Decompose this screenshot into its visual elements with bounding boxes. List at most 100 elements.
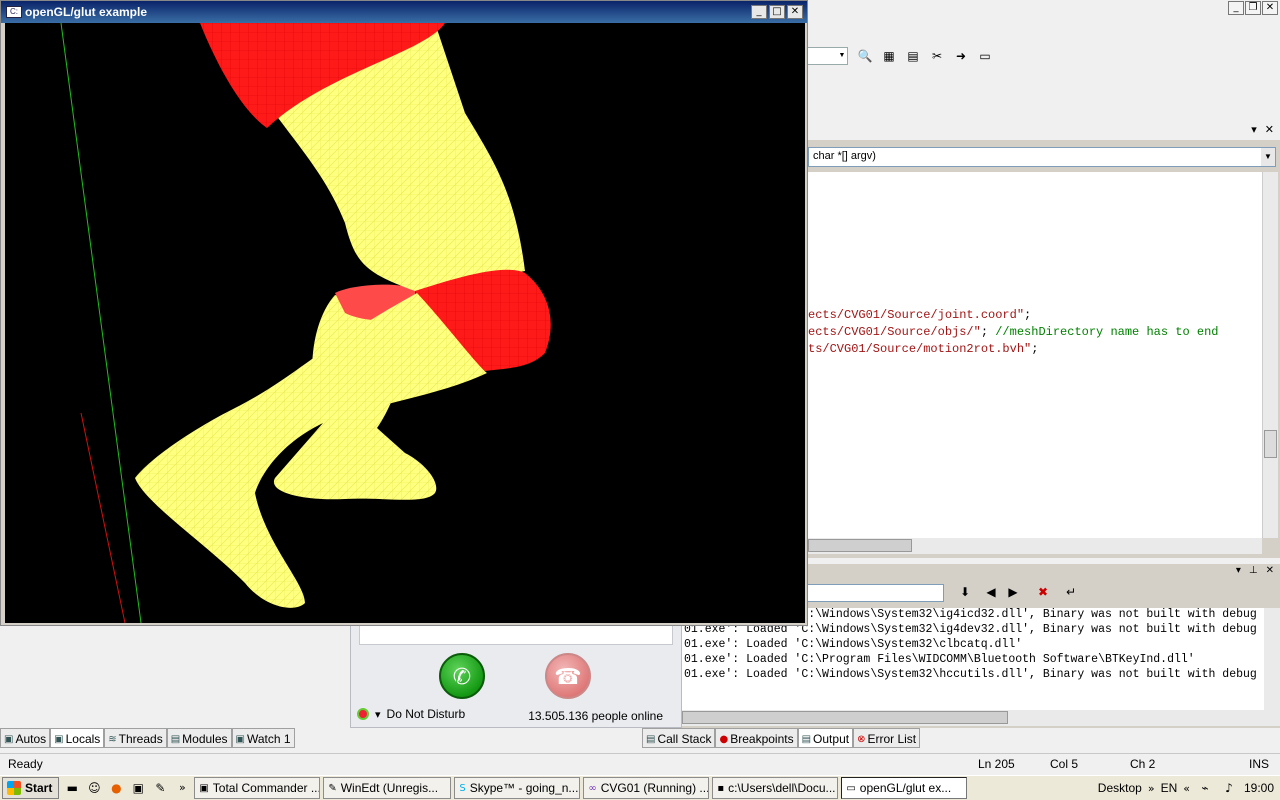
tab-autos[interactable]: ▣ Autos	[0, 728, 51, 748]
ide-toolbar: ▼ 🔍 ▦ ▤ ✂ ➜ ▭	[806, 44, 1280, 68]
desktop-toolbar[interactable]: Desktop	[1098, 781, 1142, 795]
code-punct: ;	[1031, 342, 1039, 356]
chevron-down-icon[interactable]: ▼	[837, 48, 847, 64]
winedt-icon[interactable]: ✎	[151, 779, 169, 797]
tray-expand-icon[interactable]: «	[1183, 782, 1190, 795]
opengl-render-canvas[interactable]	[5, 23, 805, 623]
firefox-icon[interactable]: ●	[107, 779, 125, 797]
skype-status-selector[interactable]: ▾ Do Not Disturb	[357, 707, 465, 721]
show-desktop-icon[interactable]: ▬	[63, 779, 81, 797]
properties-icon[interactable]: ▤	[904, 47, 922, 65]
ide-close-button[interactable]: ✕	[1262, 1, 1278, 15]
console-app-icon: C:	[6, 6, 22, 18]
code-comment: //meshDirectory name has to end	[995, 325, 1219, 339]
opengl-titlebar[interactable]: C: openGL/glut example _ □ ✕	[1, 1, 807, 23]
find-in-files-icon[interactable]: 🔍	[856, 47, 874, 65]
close-icon[interactable]: ✕	[1265, 123, 1274, 136]
quicklaunch-overflow-icon[interactable]: »	[173, 779, 191, 797]
task-cvg01[interactable]: ∞ CVG01 (Running) ...	[583, 777, 710, 799]
solution-config-combo[interactable]: ▼	[806, 47, 848, 65]
pin-icon[interactable]: ⊥	[1249, 565, 1258, 576]
tab-label: Breakpoints	[730, 732, 794, 746]
clear-all-icon[interactable]: ✖	[1034, 583, 1052, 601]
tab-breakpoints[interactable]: ● Breakpoints	[715, 728, 798, 748]
skype-window: ✆ ☎ ▾ Do Not Disturb 13.505.136 people o…	[350, 624, 682, 728]
ide-minimize-button[interactable]: _	[1228, 1, 1244, 15]
hang-up-button[interactable]: ☎	[545, 653, 591, 699]
close-icon[interactable]: ✕	[1266, 565, 1274, 576]
clock[interactable]: 19:00	[1244, 781, 1274, 795]
find-message-icon[interactable]: ⬇	[956, 583, 974, 601]
tab-threads[interactable]: ≋ Threads	[104, 728, 167, 748]
chevron-down-icon[interactable]: ▼	[1261, 148, 1275, 166]
output-source-combo[interactable]	[806, 584, 944, 602]
tab-locals[interactable]: ▣ Locals	[50, 728, 105, 748]
email-icon[interactable]: ☺	[85, 779, 103, 797]
solution-explorer-icon[interactable]: ▦	[880, 47, 898, 65]
output-icon: ▤	[801, 733, 812, 745]
output-line: 01.exe': Loaded 'C:\Windows\System32\hcc…	[684, 668, 1257, 681]
previous-message-icon[interactable]: ◀	[982, 583, 1000, 601]
language-indicator[interactable]: EN	[1161, 781, 1178, 795]
next-message-icon[interactable]: ▶	[1004, 583, 1022, 601]
skype-message-input[interactable]	[359, 625, 673, 645]
code-text-area[interactable]: ects/CVG01/Source/joint.coord"; ects/CVG…	[808, 172, 1262, 538]
debug-tabs-left: ▣ Autos ▣ Locals ≋ Threads ▤ Modules ▣ Watch …	[0, 728, 295, 748]
output-window-buttons: ▾ ⊥ ✕	[1236, 565, 1274, 576]
tab-error-list[interactable]: ⊗ Error List	[853, 728, 921, 748]
call-button[interactable]: ✆	[439, 653, 485, 699]
output-vertical-scrollbar[interactable]	[1264, 608, 1280, 726]
output-horizontal-scrollbar[interactable]	[682, 710, 1264, 726]
code-string: ects/CVG01/Source/objs/"	[808, 325, 981, 339]
editor-horizontal-scrollbar[interactable]	[808, 538, 1262, 554]
command-window-icon[interactable]: ▭	[976, 47, 994, 65]
modules-icon: ▤	[170, 733, 181, 745]
tab-modules[interactable]: ▤ Modules	[166, 728, 232, 748]
task-skype[interactable]: S Skype™ - going_n...	[454, 777, 581, 799]
ide-restore-button[interactable]: ❐	[1245, 1, 1261, 15]
tab-label: Modules	[182, 732, 228, 746]
code-line: ects/CVG01/Source/joint.coord";	[808, 308, 1031, 322]
autos-icon: ▣	[4, 733, 14, 745]
task-total-commander[interactable]: ▣ Total Commander ...	[194, 777, 321, 799]
task-winedt[interactable]: ✎ WinEdt (Unregis...	[323, 777, 452, 799]
editor-vertical-scrollbar[interactable]	[1262, 172, 1278, 538]
minimize-button[interactable]: _	[751, 5, 767, 19]
tab-label: Error List	[867, 732, 917, 746]
console-app-icon: ▭	[846, 782, 856, 794]
scrollbar-thumb[interactable]	[682, 711, 1008, 724]
output-line: 01.exe': Loaded 'C:\Windows\System32\clb…	[684, 638, 1023, 651]
tab-watch-1[interactable]: ▣ Watch 1	[231, 728, 295, 748]
tab-output[interactable]: ▤ Output	[797, 728, 854, 748]
status-char: Ch 2	[1130, 757, 1156, 771]
console-icon: ▪	[717, 782, 725, 794]
task-label: c:\Users\dell\Docu...	[728, 781, 836, 795]
task-console[interactable]: ▪ c:\Users\dell\Docu...	[712, 777, 839, 799]
start-page-icon[interactable]: ➜	[952, 47, 970, 65]
taskbar: Start ▬ ☺ ● ▣ ✎ » ▣ Total Commander ... ✎…	[0, 775, 1280, 800]
code-line: ects/CVG01/Source/objs/"; //meshDirector…	[808, 325, 1218, 339]
maximize-button[interactable]: □	[769, 5, 785, 19]
red-axis-line	[80, 412, 126, 623]
tray-network-icon[interactable]: ⌁	[1196, 779, 1214, 797]
window-menu-icon[interactable]: ▾	[1236, 565, 1241, 576]
desktop-toolbar-chevron-icon[interactable]: »	[1148, 782, 1155, 795]
scrollbar-thumb[interactable]	[1264, 430, 1277, 458]
opengl-window: C: openGL/glut example _ □ ✕	[0, 0, 808, 626]
task-opengl[interactable]: ▭ openGL/glut ex...	[841, 777, 968, 799]
watch-icon: ▣	[235, 733, 245, 745]
tab-call-stack[interactable]: ▤ Call Stack	[642, 728, 716, 748]
scrollbar-thumb[interactable]	[808, 539, 912, 552]
tray-volume-icon[interactable]: ♪	[1220, 779, 1238, 797]
window-menu-icon[interactable]: ▾	[1251, 123, 1257, 136]
member-combo-value: char *[] argv)	[813, 150, 876, 162]
start-button[interactable]: Start	[2, 777, 60, 799]
code-string: ects/CVG01/Source/joint.coord"	[808, 308, 1025, 322]
close-button[interactable]: ✕	[787, 5, 803, 19]
word-wrap-icon[interactable]: ↵	[1062, 583, 1080, 601]
toolbox-icon[interactable]: ✂	[928, 47, 946, 65]
member-function-combo[interactable]: char *[] argv) ▼	[808, 147, 1276, 167]
visual-studio-icon[interactable]: ▣	[129, 779, 147, 797]
chevron-down-icon[interactable]: ▾	[375, 708, 381, 721]
windows-logo-icon	[7, 781, 21, 795]
